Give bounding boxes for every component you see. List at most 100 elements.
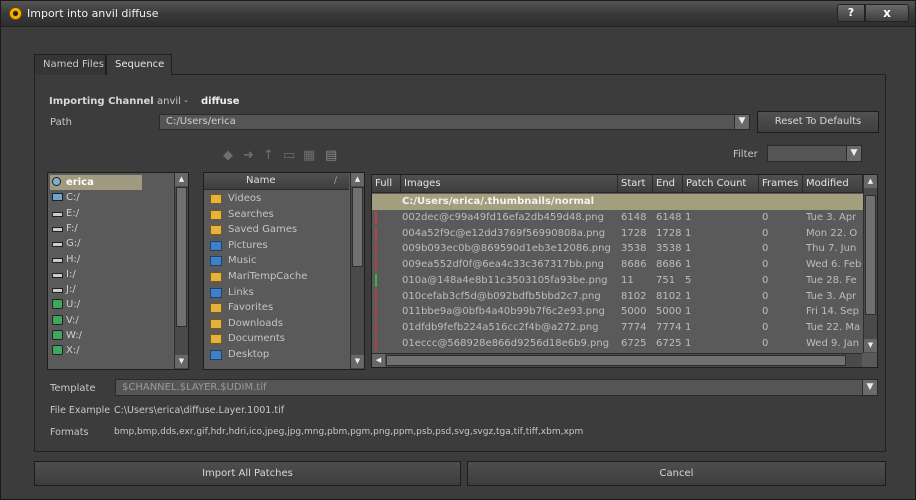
- disk-drive-icon: [52, 226, 63, 232]
- cell-name: 004a52f9c@e12dd3769f56990808a.png: [402, 227, 606, 239]
- tab-named-files[interactable]: Named Files: [34, 54, 106, 75]
- filter-dropdown-button[interactable]: ▼: [846, 145, 862, 162]
- scroll-thumb[interactable]: [865, 195, 876, 315]
- scroll-down-icon[interactable]: ▼: [864, 339, 877, 352]
- drive-item[interactable]: V:/: [50, 313, 142, 328]
- directory-item[interactable]: Links: [206, 286, 346, 301]
- forward-arrow-icon[interactable]: ➜: [243, 148, 254, 163]
- cell-modified: Thu 7. Jun: [806, 243, 857, 255]
- path-input[interactable]: C:/Users/erica: [159, 114, 739, 130]
- folder-row[interactable]: C:/Users/erica/.thumbnails/normal: [372, 194, 864, 210]
- images-hscrollbar[interactable]: ◀: [372, 353, 862, 367]
- directory-label: Documents: [228, 333, 286, 345]
- directory-item[interactable]: Pictures: [206, 239, 346, 254]
- images-table[interactable]: Full Images Start End Patch Count Frames…: [371, 174, 878, 368]
- image-row[interactable]: 010cefab3cf5d@b092bdfb5bbd2c7.png 8102 810…: [372, 289, 864, 305]
- directory-item[interactable]: Favorites: [206, 301, 346, 316]
- template-input[interactable]: $CHANNEL.$LAYER.$UDIM.tif: [115, 379, 863, 396]
- network-drive-icon: [52, 330, 63, 340]
- window-title: Import into anvil diffuse: [27, 7, 159, 20]
- path-dropdown-button[interactable]: ▼: [734, 114, 750, 130]
- close-button[interactable]: x: [865, 4, 909, 22]
- template-dropdown-button[interactable]: ▼: [862, 379, 878, 396]
- drive-item[interactable]: G:/: [50, 236, 142, 251]
- cell-start: 3538: [621, 243, 647, 255]
- drive-item[interactable]: U:/: [50, 297, 142, 312]
- formats-value: bmp,bmp,dds,exr,gif,hdr,hdri,ico,jpeg,jp…: [114, 427, 584, 437]
- image-row[interactable]: 01eccc@568928e866d9256d18e6b9.png 6725 672…: [372, 336, 864, 352]
- drive-item[interactable]: F:/: [50, 221, 142, 236]
- scroll-left-icon[interactable]: ◀: [372, 354, 385, 367]
- image-row[interactable]: 010a@148a4e8b11c3503105fa93be.png 11 751 5 0…: [372, 273, 864, 289]
- disk-drive-icon: [52, 272, 63, 278]
- drive-item[interactable]: W:/: [50, 328, 142, 343]
- grid-view-icon[interactable]: ▦: [303, 148, 315, 163]
- image-row[interactable]: 002dec@c99a49fd16efa2db459d48.png 6148 614…: [372, 210, 864, 226]
- computer-drive-icon: [52, 193, 63, 202]
- directory-item[interactable]: Downloads: [206, 317, 346, 332]
- list-view-icon[interactable]: ▤: [325, 148, 337, 163]
- cancel-button[interactable]: Cancel: [467, 461, 886, 486]
- importing-channel-prefix: anvil -: [157, 96, 188, 107]
- image-row[interactable]: 011bbe9a@0bfb4a40b99b7f6c2e93.png 5000 500…: [372, 304, 864, 320]
- col-start[interactable]: Start: [618, 175, 653, 193]
- full-status-marker: [375, 226, 377, 240]
- drives-list[interactable]: erica C:/ E:/ F:/ G:/ H:/ I:/ J:/ U:/ V:/ W:/ X:/ ▲…: [47, 172, 189, 370]
- col-images[interactable]: Images: [401, 175, 618, 193]
- up-arrow-icon[interactable]: ↑: [263, 148, 274, 163]
- tab-sequence[interactable]: Sequence: [106, 54, 172, 75]
- drive-item[interactable]: C:/: [50, 190, 142, 205]
- back-arrow-icon[interactable]: ◆: [223, 148, 233, 163]
- filter-input[interactable]: [767, 145, 847, 162]
- directory-item[interactable]: Desktop: [206, 348, 346, 363]
- image-row[interactable]: 009b093ec0b@869590d1eb3e12086.png 3538 353…: [372, 241, 864, 257]
- scroll-thumb[interactable]: [176, 187, 187, 327]
- image-row[interactable]: 01dfdb9fefb224a516cc2f4b@a272.png 7774 777…: [372, 320, 864, 336]
- scroll-thumb[interactable]: [352, 187, 363, 267]
- col-modified[interactable]: Modified: [803, 175, 863, 193]
- folder-icon: [210, 209, 222, 220]
- drive-item[interactable]: X:/: [50, 343, 142, 358]
- drive-item[interactable]: E:/: [50, 206, 142, 221]
- cell-end: 3538: [656, 243, 682, 255]
- reset-to-defaults-button[interactable]: Reset To Defaults: [757, 111, 879, 133]
- drive-item[interactable]: I:/: [50, 267, 142, 282]
- scroll-thumb[interactable]: [386, 355, 846, 366]
- directory-item[interactable]: Videos: [206, 192, 346, 207]
- scroll-down-icon[interactable]: ▼: [351, 355, 364, 368]
- scroll-up-icon[interactable]: ▲: [864, 175, 877, 188]
- image-row[interactable]: 004a52f9c@e12dd3769f56990808a.png 1728 172…: [372, 226, 864, 242]
- name-column-header[interactable]: Name /: [204, 173, 349, 190]
- cell-frames: 0: [762, 274, 769, 286]
- col-frames[interactable]: Frames: [759, 175, 803, 193]
- image-row[interactable]: 009ea552df0f@6ea4c33c367317bb.png 8686 868…: [372, 257, 864, 273]
- images-vscrollbar[interactable]: ▲ ▼: [863, 175, 877, 353]
- title-bar[interactable]: Import into anvil diffuse ? x: [1, 1, 915, 27]
- col-patch-count[interactable]: Patch Count: [683, 175, 759, 193]
- cell-name: 002dec@c99a49fd16efa2db459d48.png: [402, 212, 604, 223]
- directory-item[interactable]: MariTempCache: [206, 270, 346, 285]
- cell-modified: Wed 9. Jan: [806, 337, 860, 349]
- col-end[interactable]: End: [653, 175, 683, 193]
- directory-list[interactable]: Name / Videos Searches Saved Games Pictures…: [203, 172, 365, 370]
- drive-item[interactable]: erica: [50, 175, 142, 190]
- drive-item[interactable]: H:/: [50, 252, 142, 267]
- import-all-patches-button[interactable]: Import All Patches: [34, 461, 461, 486]
- scroll-down-icon[interactable]: ▼: [175, 355, 188, 368]
- drive-item[interactable]: J:/: [50, 282, 142, 297]
- col-full[interactable]: Full: [372, 175, 401, 193]
- cell-frames: 0: [762, 259, 769, 271]
- folder-view-icon[interactable]: ▭: [283, 148, 295, 163]
- drives-scrollbar[interactable]: ▲ ▼: [174, 173, 188, 369]
- scroll-up-icon[interactable]: ▲: [175, 173, 188, 186]
- directory-item[interactable]: Searches: [206, 208, 346, 223]
- directory-item[interactable]: Saved Games: [206, 223, 346, 238]
- app-icon: [9, 7, 22, 20]
- directory-item[interactable]: Documents: [206, 332, 346, 347]
- scroll-up-icon[interactable]: ▲: [351, 173, 364, 186]
- directory-scrollbar[interactable]: ▲ ▼: [350, 173, 364, 369]
- disk-drive-icon: [52, 211, 63, 217]
- folder-icon: [210, 194, 222, 204]
- help-button[interactable]: ?: [837, 4, 865, 22]
- directory-item[interactable]: Music: [206, 254, 346, 269]
